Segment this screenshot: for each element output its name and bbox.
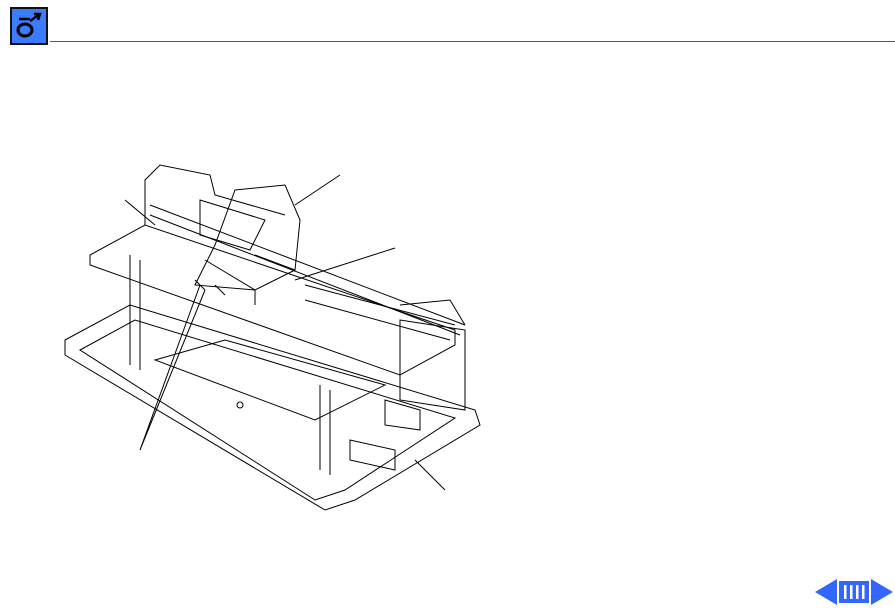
printer-mechanism-illustration bbox=[55, 160, 495, 525]
apple-service-logo-icon bbox=[8, 5, 50, 47]
left-arrow-icon[interactable] bbox=[815, 577, 837, 612]
header-rule bbox=[50, 41, 895, 42]
page-navigation bbox=[815, 577, 893, 607]
index-bars-icon[interactable] bbox=[839, 581, 869, 608]
right-arrow-icon[interactable] bbox=[871, 577, 893, 612]
